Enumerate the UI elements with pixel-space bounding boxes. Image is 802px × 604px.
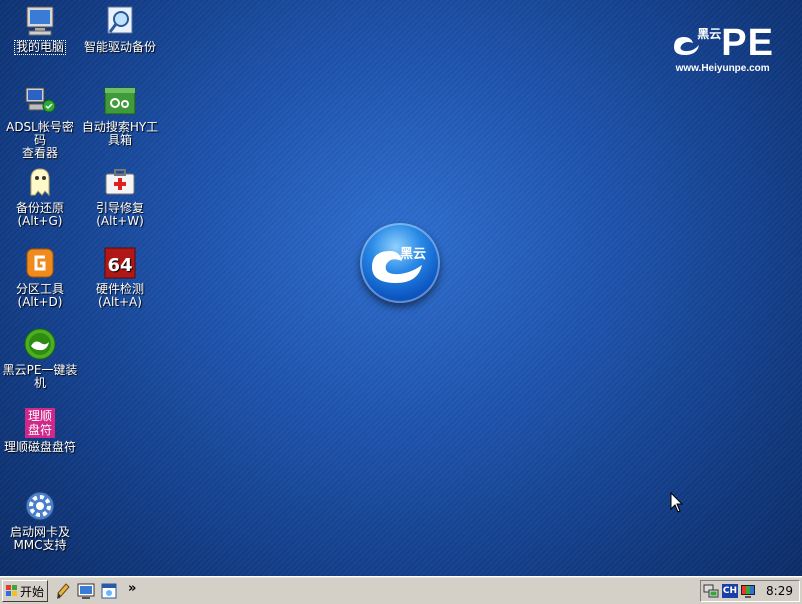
aida64-icon: 64 <box>104 247 136 279</box>
taskbar-overflow-chevron[interactable]: » <box>128 581 136 596</box>
desktop-icon-driver-backup[interactable]: 智能驱动备份 <box>80 4 160 54</box>
svg-text:64: 64 <box>107 255 132 276</box>
desktop-icon-nic-mmc[interactable]: 启动网卡及 MMC支持 <box>0 489 80 552</box>
desktop[interactable]: 我的电脑 ADSL帐号密码 查看器 备份还原 (Alt+G) 分区工具 (Alt… <box>0 0 802 604</box>
computer-icon <box>26 6 54 36</box>
heiyun-installer-icon <box>24 328 56 360</box>
start-label: 开始 <box>19 584 44 599</box>
desktop-icon-backup-restore[interactable]: 备份还原 (Alt+G) <box>0 165 80 228</box>
mouse-cursor-icon <box>670 492 684 513</box>
desktop-icon[interactable] <box>77 582 95 600</box>
orb-text: 黑云 <box>400 247 427 262</box>
desktop-icon-boot-repair[interactable]: 引导修复 (Alt+W) <box>80 165 160 228</box>
icon-label: 引导修复 (Alt+W) <box>95 201 144 228</box>
disk-letter-icon: 理顺 盘符 <box>25 408 55 438</box>
icon-label: 分区工具 (Alt+D) <box>15 282 64 309</box>
window-icon[interactable] <box>100 582 118 600</box>
center-orb-logo: 黑云 <box>360 223 440 303</box>
clock[interactable]: 8:29 <box>766 584 793 598</box>
icon-label: 硬件检测 (Alt+A) <box>95 282 144 309</box>
display-icon[interactable] <box>740 583 756 599</box>
icon-label: 智能驱动备份 <box>83 40 156 54</box>
desktop-icon-hy-toolbox[interactable]: 自动搜索HY工 具箱 <box>80 84 160 147</box>
toolbox-icon <box>104 87 136 115</box>
desktop-icon-adsl-viewer[interactable]: ADSL帐号密码 查看器 <box>0 84 80 160</box>
pencil-icon[interactable] <box>54 582 72 600</box>
desktop-icon-hardware-check[interactable]: 64 硬件检测 (Alt+A) <box>80 246 160 309</box>
taskbar: 开始 » CH 8:29 <box>0 576 802 604</box>
icon-label: 理顺磁盘盘符 <box>3 440 76 454</box>
network-computer-icon <box>25 87 56 113</box>
icon-label: 启动网卡及 MMC支持 <box>9 525 70 552</box>
windows-flag-icon <box>5 585 17 596</box>
diskgenius-icon <box>26 248 54 278</box>
icon-label: 自动搜索HY工 具箱 <box>81 120 159 147</box>
magnifier-document-icon <box>107 6 133 34</box>
system-tray: CH 8:29 <box>700 580 800 602</box>
icon-label: 备份还原 (Alt+G) <box>15 201 64 228</box>
icon-label: 我的电脑 <box>13 40 67 55</box>
brand-url: www.Heiyunpe.com <box>675 63 770 74</box>
icon-label: 黑云PE一键装 机 <box>2 363 78 390</box>
language-icon[interactable]: CH <box>722 584 738 598</box>
start-button[interactable]: 开始 <box>2 580 48 602</box>
gear-icon <box>25 491 55 521</box>
cloud-swirl-icon <box>372 251 422 283</box>
icon-label: ADSL帐号密码 查看器 <box>6 120 74 160</box>
brand-logo: 黑云 PE www.Heiyunpe.com <box>671 22 774 74</box>
brand-cn: 黑云 <box>697 27 722 41</box>
desktop-icon-partition-tool[interactable]: 分区工具 (Alt+D) <box>0 246 80 309</box>
network-icon[interactable] <box>703 583 719 599</box>
desktop-icon-disk-letter[interactable]: 理顺 盘符 理顺磁盘盘符 <box>0 408 80 454</box>
first-aid-kit-icon <box>105 169 135 195</box>
ghost-icon <box>30 168 50 197</box>
desktop-icon-one-click-install[interactable]: 黑云PE一键装 机 <box>0 327 80 390</box>
desktop-icon-my-computer[interactable]: 我的电脑 <box>0 4 80 55</box>
brand-pe: PE <box>721 22 774 64</box>
